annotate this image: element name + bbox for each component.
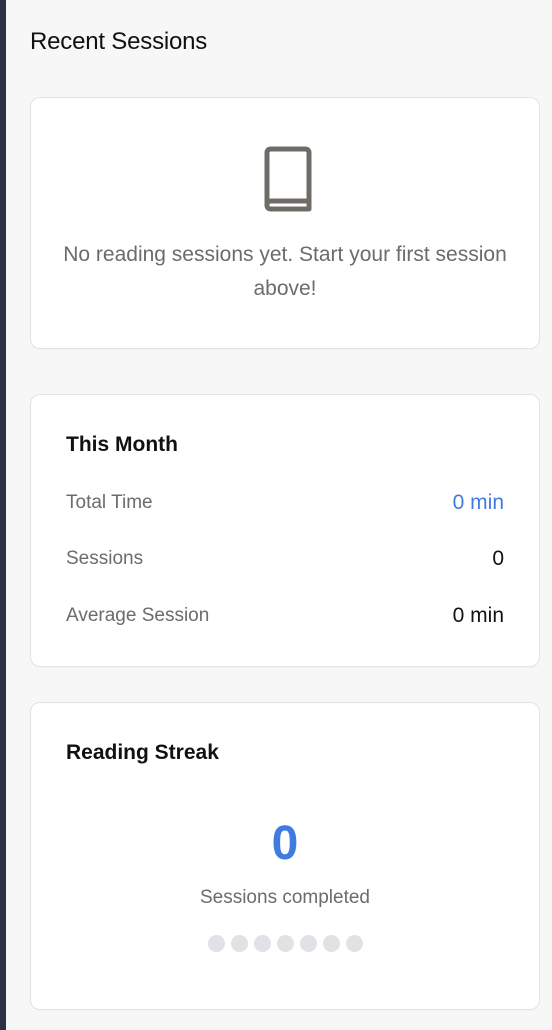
streak-dots: [31, 935, 539, 952]
streak-dot: [253, 935, 271, 952]
streak-dot: [230, 935, 248, 952]
stat-row-average-session: Average Session 0 min: [66, 601, 504, 631]
reading-streak-title: Reading Streak: [66, 741, 219, 764]
recent-sessions-card: No reading sessions yet. Start your firs…: [30, 97, 540, 349]
streak-label: Sessions completed: [199, 887, 371, 908]
streak-dot: [207, 935, 225, 952]
stat-value: 0: [492, 547, 504, 570]
reading-stats-panel: Recent Sessions No reading sessions yet.…: [6, 0, 552, 1030]
empty-state-message: No reading sessions yet. Start your firs…: [63, 243, 507, 300]
stat-label: Sessions: [66, 548, 144, 569]
book-icon: [264, 146, 312, 212]
stat-row-sessions: Sessions 0: [66, 544, 504, 574]
streak-dot: [322, 935, 340, 952]
stat-value: 0 min: [452, 604, 504, 627]
stat-value: 0 min: [452, 491, 504, 514]
recent-sessions-title: Recent Sessions: [30, 28, 208, 55]
stat-row-total-time: Total Time 0 min: [66, 488, 504, 518]
this-month-title: This Month: [66, 433, 178, 456]
stat-label: Average Session: [66, 605, 210, 626]
stat-label: Total Time: [66, 492, 153, 513]
streak-dot: [345, 935, 363, 952]
streak-dot: [299, 935, 317, 952]
this-month-card: This Month Total Time 0 min Sessions 0 A…: [30, 394, 540, 667]
streak-count: 0: [271, 817, 299, 870]
streak-dot: [276, 935, 294, 952]
reading-streak-card: Reading Streak 0 Sessions completed: [30, 702, 540, 1010]
